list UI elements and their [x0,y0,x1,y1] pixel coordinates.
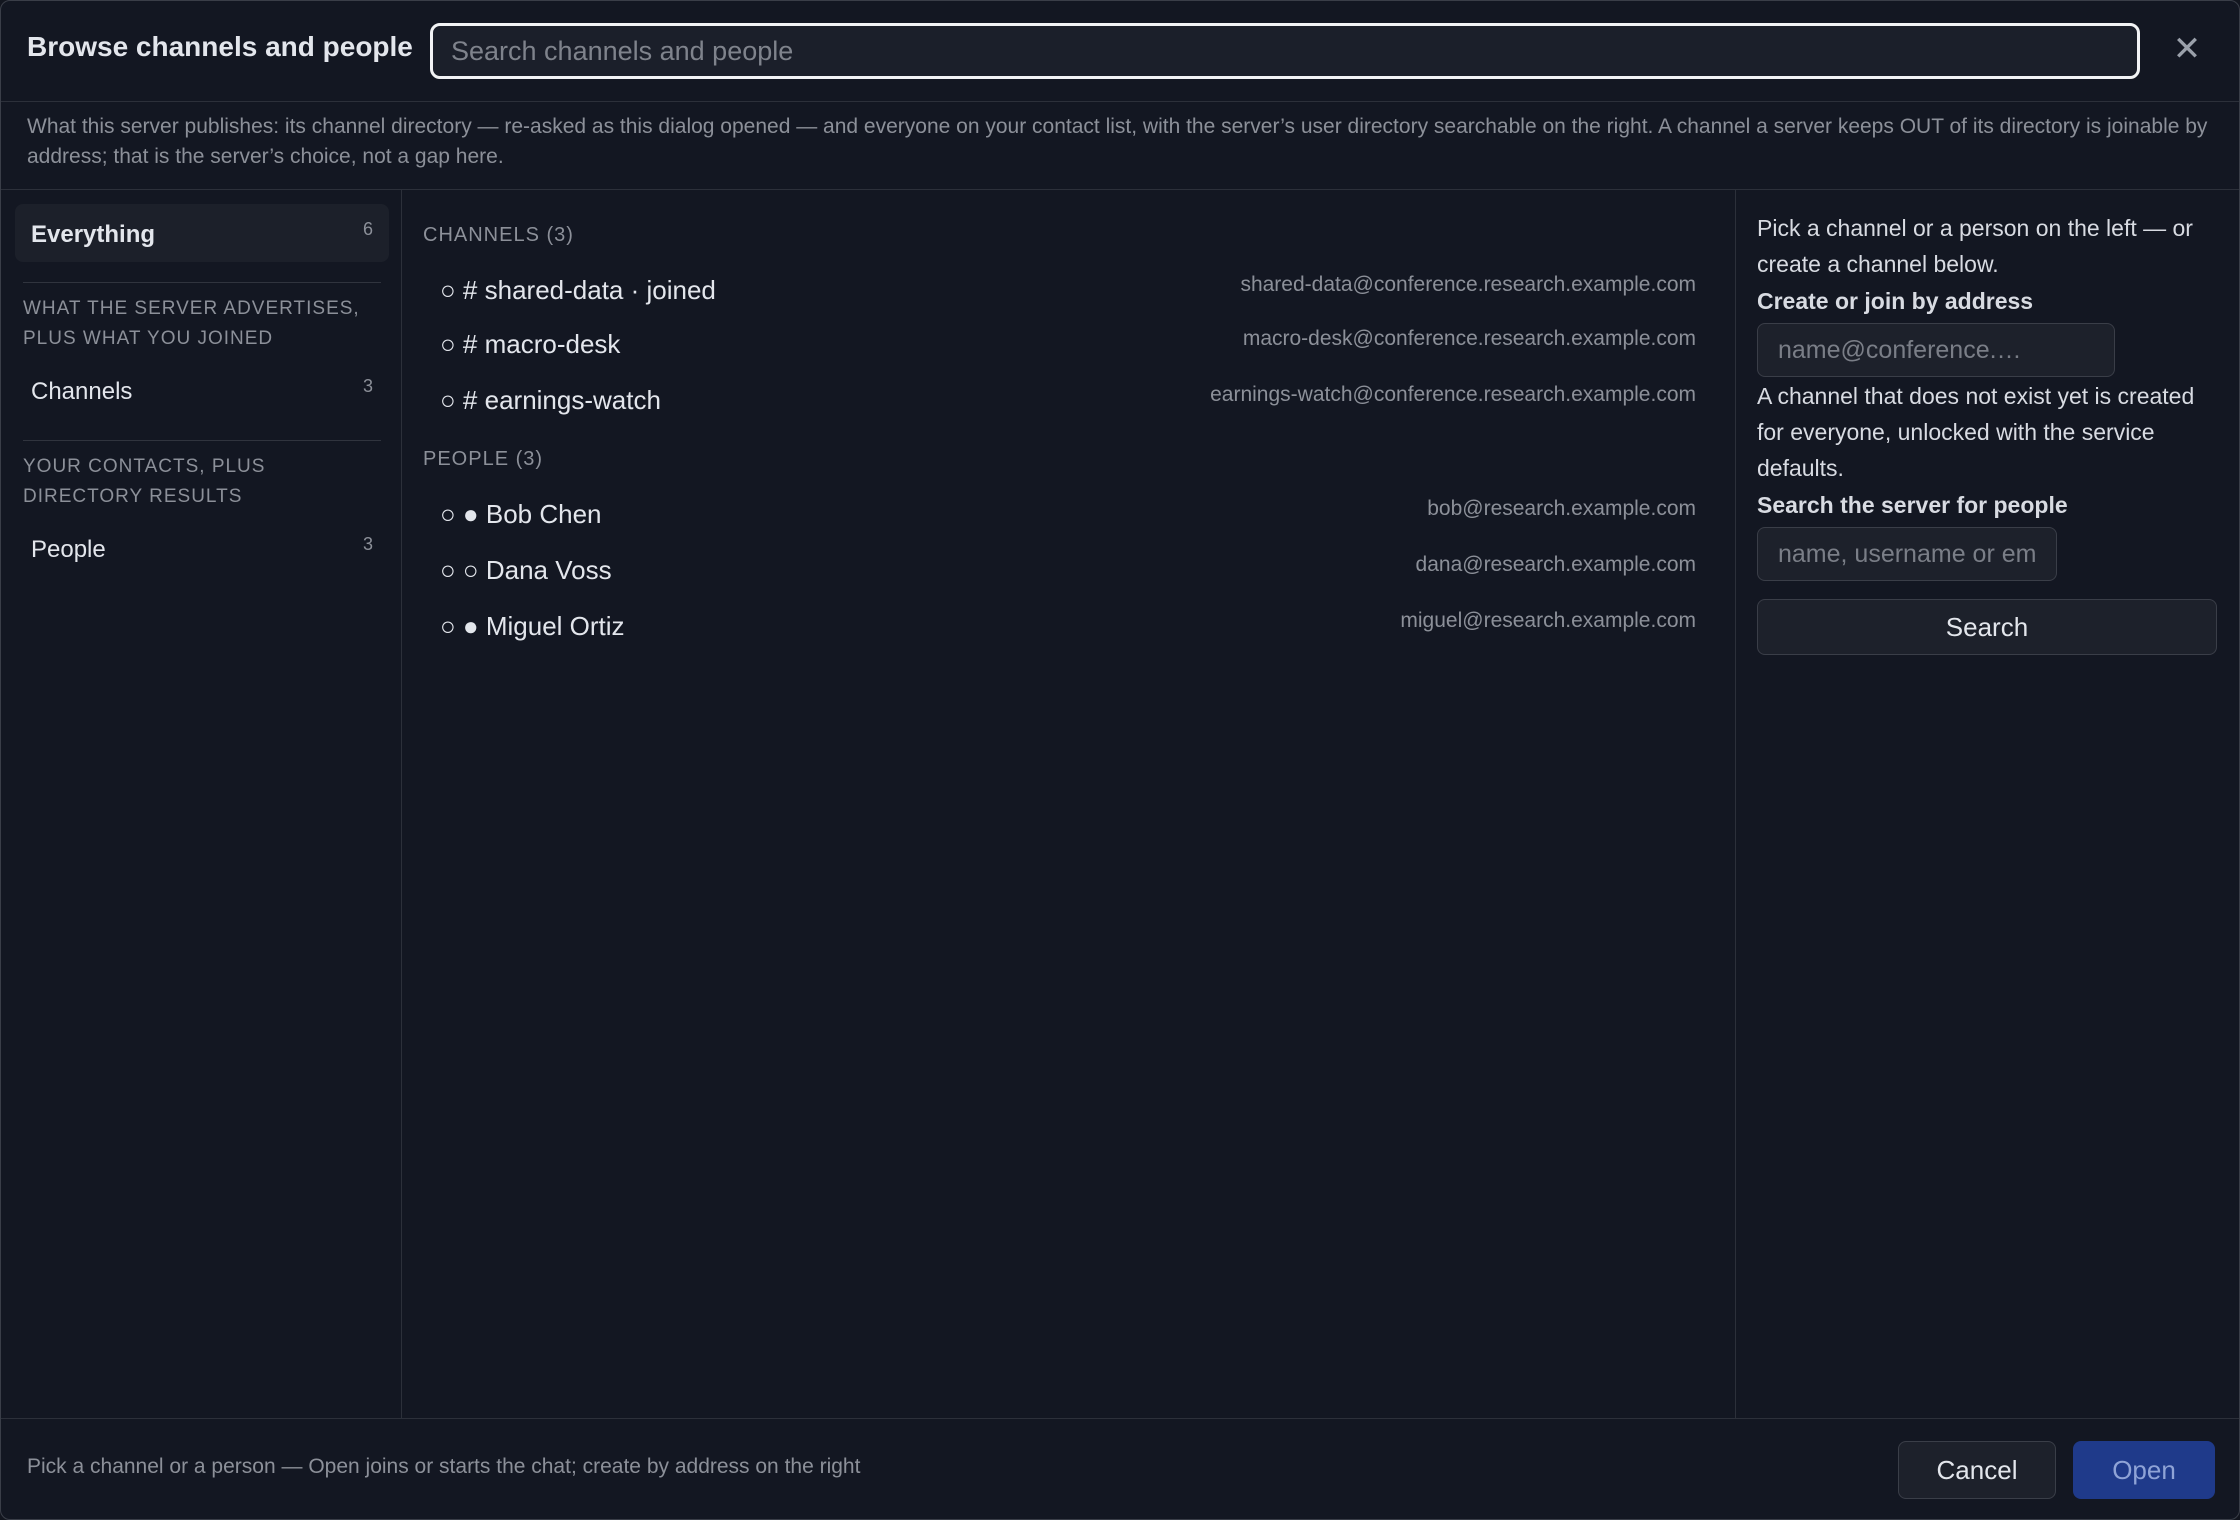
people-search-field[interactable] [1757,527,2057,581]
channel-row[interactable]: ○ # earnings-watch earnings-watch@confer… [416,375,1716,425]
channel-address: shared-data@conference.research.example.… [1240,273,1696,296]
person-name: ○ ● Bob Chen [440,499,602,529]
dialog-header: Browse channels and people ✕ [1,1,2239,102]
sidebar-item-label: People [31,536,106,563]
divider [23,282,381,283]
close-icon[interactable]: ✕ [2167,29,2207,69]
create-address-input[interactable] [1758,324,2114,376]
person-name: ○ ○ Dana Voss [440,555,612,585]
sidebar-item-label: Everything [31,221,156,248]
people-search-heading: Search the server for people [1757,492,2068,518]
person-address: miguel@research.example.com [1400,609,1696,632]
channel-name: ○ # macro-desk [440,329,621,359]
footer-hint: Pick a channel or a person — Open joins … [27,1455,861,1478]
sidebar-item-people[interactable]: People 3 [15,519,389,577]
person-name: ○ ● Miguel Ortiz [440,611,625,641]
sidebar-item-label: Channels [31,378,133,405]
person-address: dana@research.example.com [1415,553,1696,576]
divider [23,440,381,441]
filter-sidebar: Everything 6 WHAT THE SERVER ADVERTISES,… [1,190,402,1418]
channel-address: macro-desk@conference.research.example.c… [1242,327,1696,350]
search-field[interactable] [430,23,2140,79]
browse-dialog: Browse channels and people ✕ What this s… [0,0,2240,1520]
create-note: A channel that does not exist yet is cre… [1757,383,2195,481]
sidebar-item-count: 6 [362,219,373,239]
create-address-field[interactable] [1757,323,2115,377]
results-list: CHANNELS (3) ○ # shared-data · joined sh… [402,190,1736,1418]
open-button[interactable]: Open [2073,1441,2215,1499]
channels-section-heading: WHAT THE SERVER ADVERTISES, PLUS WHAT YO… [23,298,360,349]
dialog-footer: Pick a channel or a person — Open joins … [1,1418,2239,1519]
person-address: bob@research.example.com [1427,497,1696,520]
cancel-button[interactable]: Cancel [1898,1441,2056,1499]
panel-intro: Pick a channel or a person on the left —… [1757,215,2193,277]
sidebar-item-channels[interactable]: Channels 3 [15,361,389,419]
search-button[interactable]: Search [1757,599,2217,655]
channel-row[interactable]: ○ # macro-desk macro-desk@conference.res… [416,319,1716,369]
channel-name: ○ # shared-data · joined [440,275,716,305]
dialog-title: Browse channels and people [27,31,413,62]
sidebar-item-everything[interactable]: Everything 6 [15,204,389,262]
person-row[interactable]: ○ ○ Dana Voss dana@research.example.com [416,545,1716,595]
dialog-description: What this server publishes: its channel … [27,115,2208,168]
search-input[interactable] [433,26,2137,76]
person-row[interactable]: ○ ● Bob Chen bob@research.example.com [416,489,1716,539]
channel-row[interactable]: ○ # shared-data · joined shared-data@con… [416,265,1716,315]
channel-name: ○ # earnings-watch [440,385,661,415]
channels-list-heading: CHANNELS (3) [423,224,574,246]
people-search-input[interactable] [1758,528,2056,580]
people-section-heading: YOUR CONTACTS, PLUS DIRECTORY RESULTS [23,456,266,507]
detail-panel: Pick a channel or a person on the left —… [1736,190,2239,1418]
create-heading: Create or join by address [1757,288,2034,314]
sidebar-item-count: 3 [362,376,373,396]
person-row[interactable]: ○ ● Miguel Ortiz miguel@research.example… [416,601,1716,651]
people-list-heading: PEOPLE (3) [423,448,544,470]
sidebar-item-count: 3 [362,534,373,554]
channel-address: earnings-watch@conference.research.examp… [1210,383,1696,406]
